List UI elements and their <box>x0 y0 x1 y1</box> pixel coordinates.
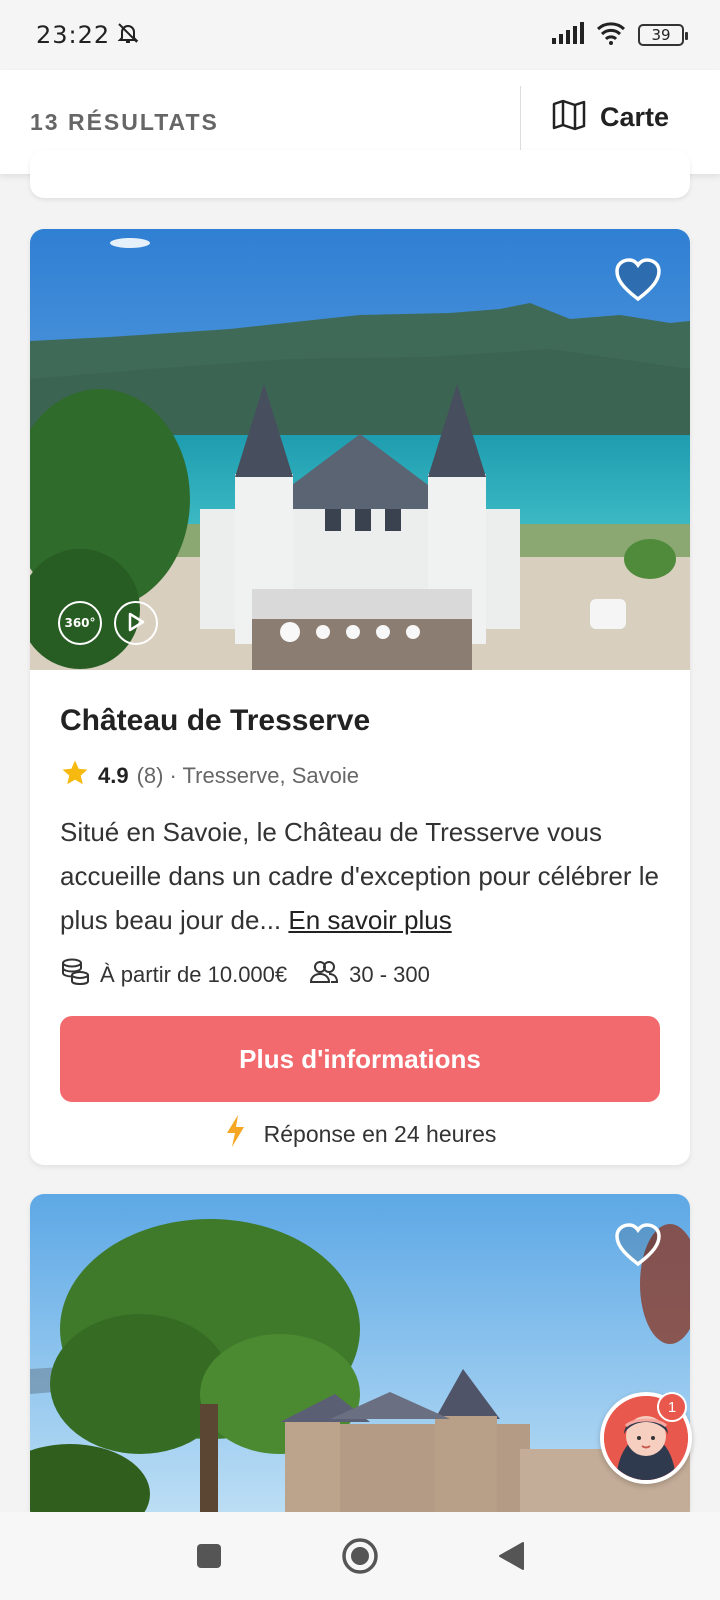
status-time: 23:22 <box>36 21 111 49</box>
coins-icon <box>60 958 90 992</box>
previous-card[interactable] <box>30 150 690 198</box>
back-triangle-icon <box>499 1542 524 1570</box>
map-icon <box>552 98 586 136</box>
header-divider <box>520 86 521 158</box>
venue-card[interactable]: 360° Château de Tresserve 4.9 (8) · Tres… <box>30 229 690 1165</box>
status-bar: 23:22 39 <box>0 0 720 70</box>
square-icon <box>197 1544 221 1568</box>
bell-muted-icon <box>116 21 140 49</box>
photo-dot-2[interactable] <box>316 625 330 639</box>
rating-row: 4.9 (8) · Tresserve, Savoie <box>60 758 660 794</box>
photo-dot-3[interactable] <box>346 625 360 639</box>
photo-dot-5[interactable] <box>406 625 420 639</box>
heart-icon <box>615 258 661 302</box>
back-button[interactable] <box>497 1541 525 1571</box>
venue-info-row: À partir de 10.000€ 30 - 300 <box>60 958 660 992</box>
guests-icon <box>309 960 339 990</box>
play-icon <box>127 612 145 635</box>
photo-pagination <box>280 622 420 642</box>
map-label: Carte <box>600 101 670 132</box>
response-time: Réponse en 24 heures <box>60 1114 660 1154</box>
signal-icon <box>552 22 584 48</box>
venue-title[interactable]: Château de Tresserve <box>60 704 660 738</box>
favorite-button-2[interactable] <box>614 1222 662 1268</box>
wifi-icon <box>596 21 626 49</box>
results-count: 13 RÉSULTATS <box>30 108 219 135</box>
battery-indicator: 39 <box>638 24 688 46</box>
venue-location: · Tresserve, Savoie <box>169 763 359 788</box>
heart-icon <box>615 1223 661 1267</box>
photo-dot-1[interactable] <box>280 622 300 642</box>
venue-description: Situé en Savoie, le Château de Tresserve… <box>60 810 660 942</box>
chat-notification-badge: 1 <box>657 1392 687 1422</box>
star-icon <box>60 758 90 794</box>
response-text: Réponse en 24 heures <box>263 1120 497 1147</box>
system-nav-bar <box>0 1512 720 1600</box>
venue-photo[interactable]: 360° <box>30 229 690 670</box>
360-label: 360° <box>64 616 96 630</box>
recent-apps-button[interactable] <box>195 1542 223 1570</box>
360-view-button[interactable]: 360° <box>58 601 102 645</box>
favorite-button[interactable] <box>614 257 662 303</box>
read-more-link[interactable]: En savoir plus <box>288 905 451 935</box>
venue-card-2[interactable] <box>30 1194 690 1524</box>
lightning-icon <box>224 1114 246 1154</box>
home-button[interactable] <box>341 1537 379 1575</box>
video-play-button[interactable] <box>114 601 158 645</box>
home-circle-icon <box>342 1538 378 1574</box>
map-button[interactable]: Carte <box>552 98 669 136</box>
review-count: (8) <box>136 763 164 788</box>
rating-value: 4.9 <box>98 763 129 788</box>
capacity-text: 30 - 300 <box>349 962 430 987</box>
venue-photo-2[interactable] <box>30 1194 690 1524</box>
price-text: À partir de 10.000€ <box>100 962 288 987</box>
photo-dot-4[interactable] <box>376 625 390 639</box>
more-info-button[interactable]: Plus d'informations <box>60 1016 660 1102</box>
